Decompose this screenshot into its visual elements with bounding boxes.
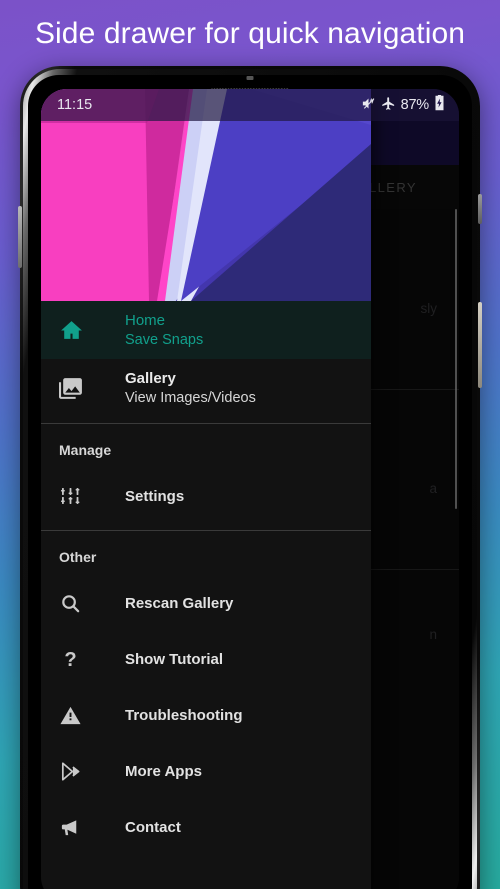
- drawer-item-more-apps-title: More Apps: [125, 762, 202, 780]
- drawer-item-contact-text: Contact: [103, 818, 181, 837]
- warning-triangle-icon: [59, 704, 103, 727]
- drawer-item-show-tutorial-title: Show Tutorial: [125, 650, 224, 668]
- status-indicators: 87%: [361, 95, 445, 115]
- search-icon: [59, 592, 103, 615]
- play-store-icon: [59, 760, 103, 783]
- battery-percent: 87%: [400, 97, 430, 113]
- front-sensor-icon: [246, 76, 254, 80]
- phone-bezel: GALLERY sly a n 11:15 87% Home Save Snap…: [28, 75, 472, 889]
- navigation-drawer[interactable]: Home Save Snaps Gallery View Images/Vide…: [41, 89, 371, 889]
- volume-button[interactable]: [18, 206, 22, 268]
- airplane-mode-icon: [381, 96, 396, 115]
- drawer-item-home-text: Home Save Snaps: [103, 311, 203, 350]
- tune-icon: [59, 484, 103, 508]
- drawer-item-settings-title: Settings: [125, 487, 185, 505]
- battery-charging-icon: [434, 95, 445, 115]
- scrollbar[interactable]: [455, 209, 457, 509]
- drawer-section-manage: Manage: [59, 442, 112, 458]
- drawer-item-home[interactable]: Home Save Snaps: [41, 301, 371, 359]
- drawer-item-settings[interactable]: Settings: [41, 468, 371, 524]
- megaphone-icon: [59, 816, 103, 839]
- drawer-item-troubleshooting-title: Troubleshooting: [125, 706, 243, 724]
- page-title: Side drawer for quick navigation: [34, 17, 466, 50]
- drawer-item-contact-title: Contact: [125, 818, 181, 836]
- status-time: 11:15: [57, 97, 93, 113]
- drawer-item-more-apps[interactable]: More Apps: [41, 743, 371, 799]
- drawer-item-troubleshooting[interactable]: Troubleshooting: [41, 687, 371, 743]
- drawer-item-contact[interactable]: Contact: [41, 799, 371, 855]
- drawer-item-gallery-subtitle: View Images/Videos: [125, 389, 256, 406]
- drawer-item-gallery[interactable]: Gallery View Images/Videos: [41, 359, 371, 417]
- question-mark-icon: ?: [59, 648, 103, 671]
- drawer-item-more-apps-text: More Apps: [103, 762, 202, 781]
- photo-library-icon: [59, 376, 103, 401]
- phone-screen: GALLERY sly a n 11:15 87% Home Save Snap…: [41, 89, 459, 889]
- drawer-item-home-subtitle: Save Snaps: [125, 331, 204, 348]
- screenshot-stage: Side drawer for quick navigation GALLERY…: [0, 0, 500, 889]
- drawer-item-troubleshooting-text: Troubleshooting: [103, 706, 243, 725]
- drawer-item-show-tutorial[interactable]: ? Show Tutorial: [41, 631, 371, 687]
- drawer-item-gallery-title: Gallery: [125, 369, 176, 387]
- drawer-item-home-title: Home: [125, 311, 166, 329]
- secondary-side-button[interactable]: [478, 194, 482, 224]
- svg-text:?: ?: [64, 649, 76, 671]
- drawer-item-settings-text: Settings: [103, 487, 184, 506]
- power-button[interactable]: [478, 302, 482, 388]
- home-icon: [59, 318, 103, 343]
- drawer-item-rescan-gallery-title: Rescan Gallery: [125, 594, 234, 612]
- drawer-item-rescan-gallery-text: Rescan Gallery: [103, 594, 233, 613]
- phone-mockup: GALLERY sly a n 11:15 87% Home Save Snap…: [18, 66, 482, 889]
- drawer-item-gallery-text: Gallery View Images/Videos: [103, 369, 256, 408]
- drawer-section-other: Other: [59, 549, 97, 565]
- drawer-item-show-tutorial-text: Show Tutorial: [103, 650, 223, 669]
- status-bar: 11:15 87%: [41, 89, 459, 121]
- drawer-item-rescan-gallery[interactable]: Rescan Gallery: [41, 575, 371, 631]
- volume-mute-icon: [361, 96, 376, 115]
